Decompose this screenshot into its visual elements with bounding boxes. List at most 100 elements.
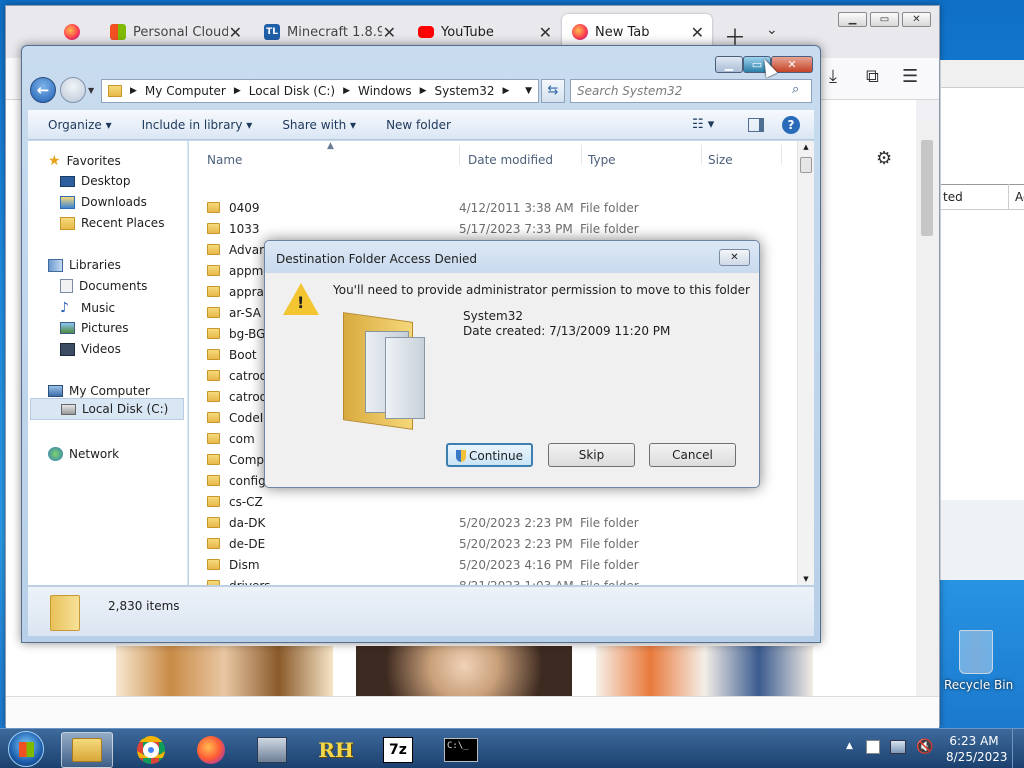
folder-icon [207, 370, 220, 381]
continue-button[interactable]: Continue [446, 443, 533, 467]
tab-label: Personal Cloud St [133, 24, 228, 40]
taskbar-explorer[interactable] [61, 732, 113, 768]
recycle-bin[interactable]: Recycle Bin [944, 630, 1013, 700]
column-header-size[interactable]: Size [708, 153, 733, 167]
downloads-icon [60, 195, 75, 209]
nav-local-disk[interactable]: Local Disk (C:) [30, 398, 184, 420]
dialog-close-button[interactable]: ✕ [719, 249, 750, 266]
close-icon[interactable]: ✕ [539, 23, 552, 42]
chrome-icon [137, 736, 165, 764]
start-button[interactable] [8, 731, 44, 767]
file-list-scrollbar[interactable]: ▲ ▼ [797, 141, 814, 585]
address-dropdown-icon[interactable]: ▼ [525, 86, 532, 96]
nav-desktop[interactable]: Desktop [60, 174, 131, 188]
nav-network[interactable]: Network [48, 447, 119, 461]
folder-icon [207, 265, 220, 276]
row-name: da-DK [229, 515, 266, 530]
action-center-icon[interactable] [866, 740, 880, 754]
taskbar-firefox[interactable] [185, 732, 237, 768]
table-row[interactable]: cs-CZ [207, 491, 787, 512]
column-header-type[interactable]: Type [588, 153, 616, 167]
youtube-icon [418, 26, 434, 38]
taskbar-rh[interactable]: RH [310, 732, 362, 768]
nav-label: Downloads [81, 195, 147, 209]
menu-icon[interactable]: ☰ [902, 66, 918, 87]
folder-icon [207, 433, 220, 444]
dialog-date-created: Date created: 7/13/2009 11:20 PM [463, 324, 671, 338]
include-in-library-button[interactable]: Include in library ▾ [142, 118, 253, 132]
taskbar-7zip[interactable]: 7z [372, 732, 424, 768]
minimize-button[interactable]: ▁ [838, 12, 867, 27]
nav-my-computer[interactable]: My Computer [48, 384, 150, 398]
column-header-name[interactable]: Name [207, 153, 242, 167]
breadcrumb-windows[interactable]: Windows [358, 84, 412, 98]
nav-favorites[interactable]: ★ Favorites [48, 153, 121, 169]
explorer-icon [72, 738, 102, 762]
scroll-up-icon[interactable]: ▲ [798, 143, 814, 151]
help-icon[interactable]: ? [782, 115, 800, 134]
close-icon[interactable]: ✕ [229, 23, 242, 42]
table-row[interactable]: de-DE 5/20/2023 2:23 PM File folder [207, 533, 787, 554]
desktop-icon [60, 175, 75, 187]
refresh-button[interactable]: ⇆ [541, 79, 565, 103]
nav-pictures[interactable]: Pictures [60, 321, 129, 335]
table-row[interactable]: drivers8/21/2023 1:03 AMFile folder [207, 575, 787, 585]
nav-libraries[interactable]: Libraries [48, 258, 121, 272]
nav-documents[interactable]: Documents [60, 279, 147, 293]
taskbar-chrome[interactable] [125, 732, 177, 768]
access-denied-dialog: Destination Folder Access Denied ✕ ! You… [264, 240, 760, 488]
breadcrumb-system32[interactable]: System32 [435, 84, 495, 98]
videos-icon [60, 342, 75, 356]
organize-label: Organize [48, 117, 102, 132]
table-row[interactable]: 0409 4/12/2011 3:38 AM File folder [207, 197, 787, 218]
nav-recent-places[interactable]: Recent Places [60, 216, 164, 230]
cmd-icon: C:\_ [444, 738, 478, 762]
nav-downloads[interactable]: Downloads [60, 195, 147, 209]
share-with-button[interactable]: Share with ▾ [282, 118, 356, 132]
close-button[interactable]: ✕ [771, 56, 813, 73]
clock[interactable]: 6:23 AM 8/25/2023 [946, 733, 1008, 765]
extensions-icon[interactable]: ⧉ [866, 66, 879, 87]
list-tabs-icon[interactable]: ⌄ [766, 22, 778, 38]
nav-music[interactable]: ♪ Music [60, 300, 115, 316]
skip-button[interactable]: Skip [548, 443, 635, 467]
table-row[interactable]: 1033 5/17/2023 7:33 PM File folder [207, 218, 787, 239]
volume-muted-icon[interactable]: 🔇 [916, 739, 933, 755]
nav-videos[interactable]: Videos [60, 342, 121, 356]
forward-button[interactable] [60, 77, 86, 103]
gear-icon[interactable]: ⚙ [876, 148, 892, 169]
taskbar-cmd[interactable]: C:\_ [435, 732, 487, 768]
tl-icon: TL [264, 24, 280, 40]
breadcrumb-local-disk[interactable]: Local Disk (C:) [249, 84, 335, 98]
scrollbar-thumb[interactable] [800, 157, 812, 173]
table-row[interactable]: Dism 5/20/2023 4:16 PM File folder [207, 554, 787, 575]
search-input[interactable]: Search System32 [570, 79, 812, 103]
close-icon[interactable]: ✕ [691, 23, 704, 42]
pictures-icon [60, 322, 75, 334]
tray-overflow-icon[interactable]: ▲ [846, 741, 853, 751]
organize-button[interactable]: Organize ▾ [48, 118, 112, 132]
new-folder-button[interactable]: New folder [386, 118, 451, 132]
preview-pane-icon[interactable] [748, 117, 764, 132]
show-desktop-button[interactable] [1012, 729, 1024, 768]
search-icon[interactable]: ⌕ [792, 82, 799, 97]
table-row[interactable]: da-DK 5/20/2023 2:23 PM File folder [207, 512, 787, 533]
back-button[interactable]: ← [30, 77, 56, 103]
views-icon[interactable]: ☷ ▾ [692, 117, 714, 132]
cancel-button[interactable]: Cancel [649, 443, 736, 467]
history-dropdown-icon[interactable]: ▼ [88, 86, 94, 95]
firefox-scrollbar[interactable] [916, 122, 938, 698]
scroll-down-icon[interactable]: ▼ [798, 575, 814, 583]
breadcrumb-my-computer[interactable]: My Computer [145, 84, 226, 98]
network-tray-icon[interactable] [890, 740, 906, 754]
scrollbar-thumb[interactable] [921, 140, 933, 236]
close-icon[interactable]: ✕ [383, 23, 396, 42]
close-button[interactable]: ✕ [902, 12, 931, 27]
maximize-button[interactable]: ▭ [870, 12, 899, 27]
minimize-button[interactable]: ▁ [715, 56, 743, 73]
download-icon[interactable]: ⤓ [829, 66, 837, 87]
column-header-date[interactable]: Date modified [468, 153, 553, 167]
documents-icon [60, 279, 73, 293]
taskbar-network-app[interactable] [246, 732, 298, 768]
address-bar[interactable]: ▶ My Computer ▶ Local Disk (C:) ▶ Window… [101, 79, 539, 103]
